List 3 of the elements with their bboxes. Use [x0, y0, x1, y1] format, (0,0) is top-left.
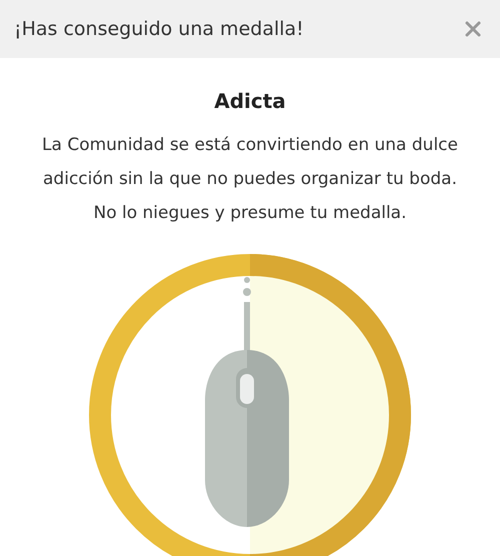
badge-name: Adicta — [214, 88, 286, 114]
badge-description: La Comunidad se está convirtiendo en una dulce adicción sin la que no puedes organizar tu boda. No lo niegues y presume tu medalla. — [41, 134, 459, 225]
dialog-title: ¡Has conseguido una medalla! — [14, 16, 304, 42]
